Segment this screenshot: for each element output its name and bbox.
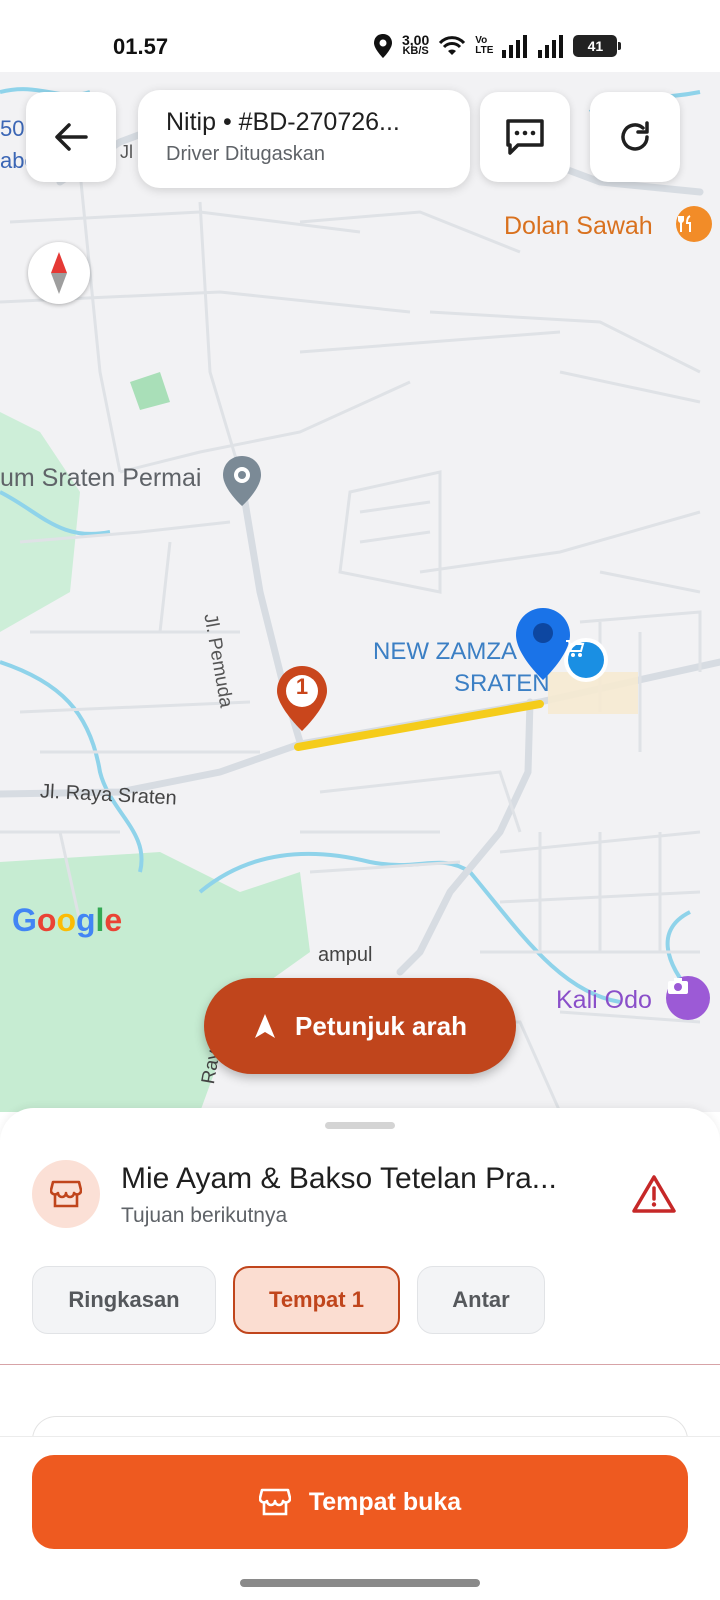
warning-icon[interactable]	[632, 1174, 676, 1214]
directions-label: Petunjuk arah	[295, 1010, 467, 1041]
map-label-edge: ampul	[318, 944, 373, 966]
store-icon	[50, 1180, 82, 1208]
map-label-new-zamzam[interactable]: NEW ZAMZA	[373, 638, 517, 666]
back-button[interactable]	[26, 92, 116, 182]
store-avatar	[32, 1160, 100, 1228]
order-status: Driver Ditugaskan	[166, 143, 325, 165]
map-label-edge: Jl	[120, 142, 133, 162]
destination-subtitle: Tujuan berikutnya	[121, 1204, 288, 1227]
tab-ringkasan[interactable]: Ringkasan	[32, 1266, 216, 1334]
wifi-icon	[439, 36, 466, 55]
store-icon	[258, 1488, 291, 1516]
route-line	[294, 700, 544, 751]
map-view[interactable]: 501 abo Jl Dolan Sawah um Sraten Permai …	[0, 72, 720, 1112]
park-area	[0, 412, 80, 632]
shopping-cart-icon[interactable]	[564, 638, 608, 682]
status-time: 01.57	[113, 34, 169, 59]
location-icon	[374, 34, 392, 58]
map-label-dolan-sawah[interactable]: Dolan Sawah	[504, 212, 653, 241]
order-title: Nitip • #BD-270726...	[166, 108, 400, 136]
bottom-sheet[interactable]: Mie Ayam & Bakso Tetelan Pra... Tujuan b…	[0, 1108, 720, 1600]
status-icons: 3,00 KB/S Vo LTE 41	[372, 30, 622, 62]
google-logo: Google	[12, 902, 123, 938]
camera-icon[interactable]	[666, 976, 710, 1020]
directions-button[interactable]: Petunjuk arah	[204, 978, 516, 1074]
tab-tempat-1[interactable]: Tempat 1	[233, 1266, 400, 1334]
arrow-left-icon	[55, 123, 88, 151]
bottom-action-bar: Tempat buka	[0, 1436, 720, 1600]
sheet-drag-handle[interactable]	[325, 1122, 395, 1129]
status-bar: 01.57 3,00 KB/S Vo LTE 41	[0, 0, 720, 72]
compass-button[interactable]	[28, 242, 90, 304]
stop-pin-number: 1	[295, 674, 309, 699]
refresh-button[interactable]	[590, 92, 680, 182]
network-speed: 3,00 KB/S	[402, 32, 430, 57]
road-main	[396, 698, 534, 976]
chat-button[interactable]	[480, 92, 570, 182]
tab-antar[interactable]: Antar	[417, 1266, 545, 1334]
gesture-bar[interactable]	[240, 1579, 480, 1587]
restaurant-icon[interactable]	[676, 206, 712, 242]
river	[0, 660, 144, 873]
order-info-card[interactable]: Nitip • #BD-270726... Driver Ditugaskan	[138, 90, 470, 188]
signal-icon	[538, 35, 564, 58]
destination-title: Mie Ayam & Bakso Tetelan Pra...	[121, 1162, 557, 1195]
store-open-label: Tempat buka	[308, 1487, 462, 1516]
navigation-arrow-icon	[255, 1014, 276, 1038]
refresh-icon	[621, 121, 649, 151]
battery-icon: 41	[573, 35, 622, 57]
compass-icon	[51, 252, 67, 294]
volte-indicator: Vo LTE	[475, 35, 494, 56]
park-area	[130, 372, 170, 410]
store-open-button[interactable]: Tempat buka	[32, 1455, 688, 1549]
signal-icon	[502, 35, 528, 58]
map-label-sraten-permai[interactable]: um Sraten Permai	[0, 464, 201, 493]
chat-bubble-icon	[506, 119, 544, 155]
divider	[0, 1364, 720, 1365]
map-label-kali-odo[interactable]: Kali Odo	[556, 986, 652, 1015]
